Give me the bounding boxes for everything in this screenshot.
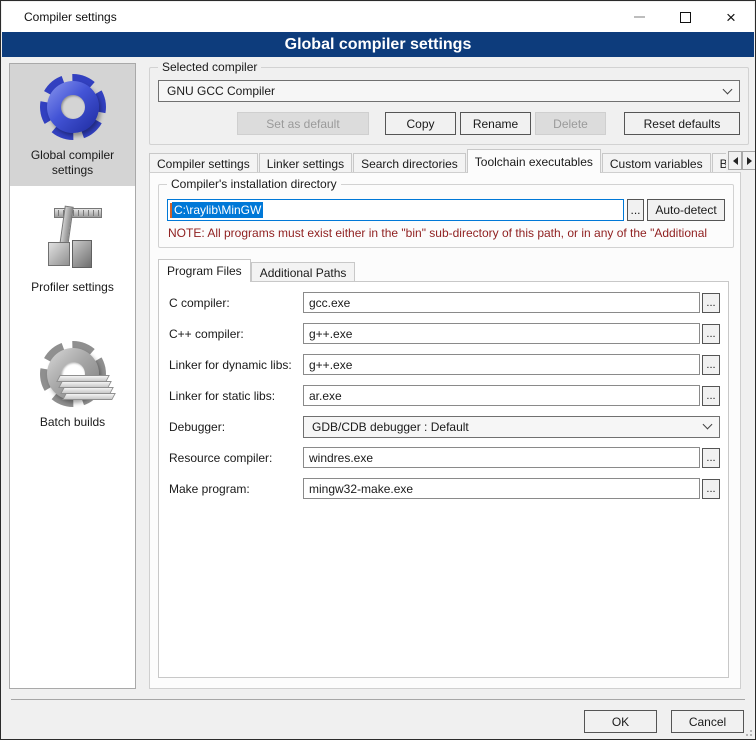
tab-program-files[interactable]: Program Files — [158, 259, 251, 282]
sidebar-item-label: Profiler settings — [31, 280, 114, 295]
auto-detect-button[interactable]: Auto-detect — [647, 199, 725, 221]
field-value: g++.exe — [309, 358, 352, 372]
sidebar-item-profiler-settings[interactable]: Profiler settings — [10, 192, 135, 303]
debugger-select-value: GDB/CDB debugger : Default — [312, 420, 704, 434]
compiler-tabs: Compiler settings Linker settings Search… — [149, 149, 726, 173]
settings-sidebar: Global compiler settings Profiler settin… — [9, 63, 136, 689]
field-value: mingw32-make.exe — [309, 482, 413, 496]
field-row-dynamic-linker: Linker for dynamic libs: g++.exe ... — [169, 354, 720, 375]
browse-directory-button[interactable]: ... — [627, 199, 644, 221]
minimize-button[interactable] — [616, 2, 662, 32]
field-row-cpp-compiler: C++ compiler: g++.exe ... — [169, 323, 720, 344]
c-compiler-input[interactable]: gcc.exe — [303, 292, 700, 313]
sidebar-item-label: Batch builds — [40, 415, 105, 430]
make-program-input[interactable]: mingw32-make.exe — [303, 478, 700, 499]
installation-directory-input[interactable]: C:\raylib\MinGW — [167, 199, 624, 221]
browse-make-program-button[interactable]: ... — [702, 479, 720, 499]
field-value: windres.exe — [309, 451, 373, 465]
installation-directory-value: C:\raylib\MinGW — [172, 202, 263, 218]
debugger-select[interactable]: GDB/CDB debugger : Default — [303, 416, 720, 438]
program-files-tabs: Program Files Additional Paths — [158, 259, 355, 282]
arrow-left-icon — [733, 157, 738, 165]
sidebar-item-batch-builds[interactable]: Batch builds — [10, 331, 135, 438]
set-as-default-button[interactable]: Set as default — [237, 112, 369, 135]
ok-button[interactable]: OK — [584, 710, 657, 733]
tab-custom-variables[interactable]: Custom variables — [602, 153, 711, 173]
field-label: Linker for dynamic libs: — [169, 358, 303, 372]
tab-scroll-left-button[interactable] — [728, 151, 742, 170]
field-row-debugger: Debugger: GDB/CDB debugger : Default — [169, 416, 720, 437]
browse-c-compiler-button[interactable]: ... — [702, 293, 720, 313]
reset-defaults-button[interactable]: Reset defaults — [624, 112, 740, 135]
chevron-down-icon — [723, 84, 733, 94]
field-label: Resource compiler: — [169, 451, 303, 465]
bin-subdirectory-note: NOTE: All programs must exist either in … — [168, 226, 731, 240]
tab-scroll-right-button[interactable] — [742, 151, 756, 170]
compiler-settings-dialog: Compiler settings × Global compiler sett… — [0, 0, 756, 740]
compiler-select-value: GNU GCC Compiler — [167, 84, 724, 98]
field-row-resource-compiler: Resource compiler: windres.exe ... — [169, 447, 720, 468]
close-button[interactable]: × — [708, 2, 754, 32]
cpp-compiler-input[interactable]: g++.exe — [303, 323, 700, 344]
tab-search-directories[interactable]: Search directories — [353, 153, 466, 173]
footer-divider — [11, 699, 745, 700]
compiler-select[interactable]: GNU GCC Compiler — [158, 80, 740, 102]
page-title: Global compiler settings — [2, 32, 754, 57]
resize-grip[interactable] — [744, 728, 752, 736]
group-label: Selected compiler — [158, 60, 261, 74]
copy-button[interactable]: Copy — [385, 112, 456, 135]
caliper-icon — [40, 202, 106, 272]
field-row-c-compiler: C compiler: gcc.exe ... — [169, 292, 720, 313]
dynamic-linker-input[interactable]: g++.exe — [303, 354, 700, 375]
maximize-icon — [680, 12, 691, 23]
sidebar-item-label: Global compiler settings — [14, 148, 131, 178]
browse-static-linker-button[interactable]: ... — [702, 386, 720, 406]
tab-additional-paths[interactable]: Additional Paths — [251, 262, 356, 282]
resource-compiler-input[interactable]: windres.exe — [303, 447, 700, 468]
maximize-button[interactable] — [662, 2, 708, 32]
browse-dynamic-linker-button[interactable]: ... — [702, 355, 720, 375]
browse-cpp-compiler-button[interactable]: ... — [702, 324, 720, 344]
field-label: C compiler: — [169, 296, 303, 310]
field-value: ar.exe — [309, 389, 342, 403]
rename-button[interactable]: Rename — [460, 112, 531, 135]
field-row-static-linker: Linker for static libs: ar.exe ... — [169, 385, 720, 406]
tab-toolchain-executables[interactable]: Toolchain executables — [467, 149, 601, 173]
window-title: Compiler settings — [2, 10, 117, 24]
close-icon: × — [726, 9, 736, 26]
field-row-make-program: Make program: mingw32-make.exe ... — [169, 478, 720, 499]
selected-compiler-group: Selected compiler GNU GCC Compiler Set a… — [149, 67, 749, 145]
installation-directory-group: Compiler's installation directory C:\ray… — [158, 184, 734, 248]
tab-build-options[interactable]: Build options — [712, 153, 726, 173]
field-label: C++ compiler: — [169, 327, 303, 341]
field-label: Make program: — [169, 482, 303, 496]
static-linker-input[interactable]: ar.exe — [303, 385, 700, 406]
group-label: Compiler's installation directory — [167, 177, 341, 191]
delete-button[interactable]: Delete — [535, 112, 606, 135]
program-files-page: C compiler: gcc.exe ... C++ compiler: g+… — [158, 281, 729, 678]
sidebar-item-global-compiler-settings[interactable]: Global compiler settings — [10, 64, 135, 186]
field-value: g++.exe — [309, 327, 352, 341]
field-label: Linker for static libs: — [169, 389, 303, 403]
tab-compiler-settings[interactable]: Compiler settings — [149, 153, 258, 173]
gray-gear-stack-icon — [40, 341, 106, 407]
arrow-right-icon — [747, 157, 752, 165]
title-bar[interactable]: Compiler settings × — [2, 2, 754, 32]
browse-resource-compiler-button[interactable]: ... — [702, 448, 720, 468]
field-value: gcc.exe — [309, 296, 350, 310]
chevron-down-icon — [703, 420, 713, 430]
minimize-icon — [634, 16, 645, 18]
blue-gear-icon — [40, 74, 106, 140]
field-label: Debugger: — [169, 420, 303, 434]
cancel-button[interactable]: Cancel — [671, 710, 744, 733]
tab-linker-settings[interactable]: Linker settings — [259, 153, 352, 173]
toolchain-executables-panel: Compiler's installation directory C:\ray… — [149, 172, 741, 689]
